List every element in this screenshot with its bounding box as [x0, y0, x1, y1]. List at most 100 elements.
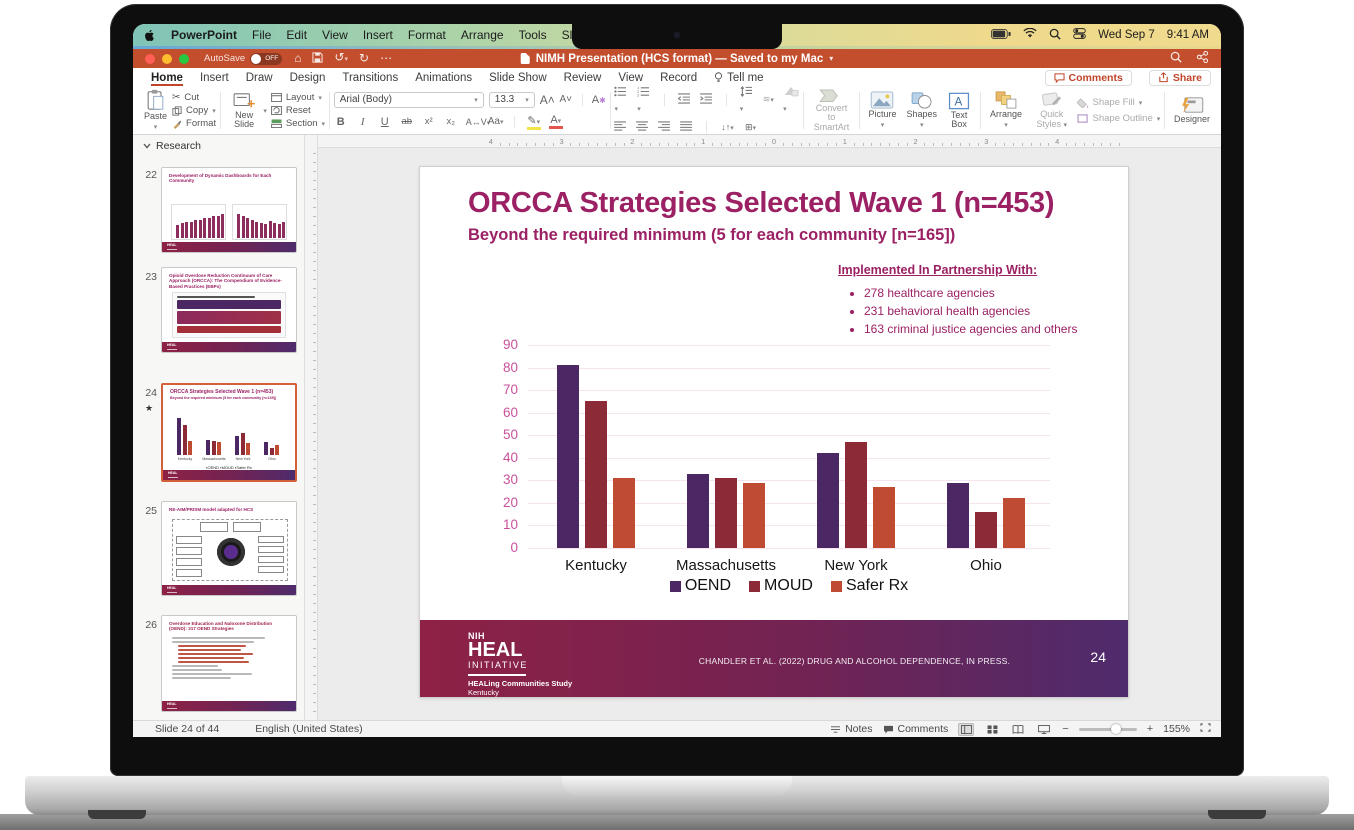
bar-MOUD-Ohio[interactable] [975, 512, 997, 548]
slide-thumbnail-26[interactable]: Overdose Education and Naloxone Distribu… [161, 615, 297, 712]
bar-Safer-Rx-New-York[interactable] [873, 487, 895, 548]
shapes-button[interactable]: Shapes ▾ [902, 89, 943, 132]
arrange-button[interactable]: Arrange ▾ [985, 89, 1027, 132]
slide-subtitle[interactable]: Beyond the required minimum (5 for each … [468, 226, 955, 245]
bullets-icon[interactable]: ▾ [614, 86, 628, 114]
align-right-icon[interactable] [658, 120, 671, 134]
save-icon[interactable] [312, 52, 323, 66]
justify-icon[interactable] [680, 120, 693, 134]
format-painter-button[interactable]: Format [172, 118, 216, 129]
menu-item-format[interactable]: Format [408, 28, 446, 42]
copy-button[interactable]: Copy ▾ [172, 105, 216, 116]
apple-menu-icon[interactable] [143, 28, 156, 43]
align-center-icon[interactable] [636, 120, 649, 134]
spotlight-search-icon[interactable] [1049, 28, 1061, 43]
tab-draw[interactable]: Draw [246, 68, 273, 87]
slide-thumbnail-25[interactable]: RE-AIM/PRISM model adapted for HCS [161, 501, 297, 596]
change-case-icon[interactable]: Aa▾ [488, 116, 502, 127]
search-icon[interactable] [1170, 51, 1182, 66]
columns-icon[interactable]: ≋▾ [762, 94, 774, 105]
bar-OEND-Ohio[interactable] [947, 483, 969, 548]
close-window-button[interactable] [145, 54, 155, 64]
sort-text-icon[interactable]: ↓↑▾ [720, 122, 734, 132]
bold-icon[interactable]: B [334, 116, 348, 128]
zoom-level[interactable]: 155% [1163, 723, 1190, 735]
section-header-research[interactable]: Research [143, 140, 201, 152]
align-text-icon[interactable]: ⊞▾ [743, 122, 757, 133]
menu-app-name[interactable]: PowerPoint [171, 28, 237, 42]
paste-button[interactable]: Paste ▾ [139, 89, 172, 132]
strikethrough-icon[interactable]: ab [400, 116, 414, 127]
layout-button[interactable]: Layout ▾ [271, 92, 325, 103]
decrease-font-icon[interactable]: A˅ [559, 94, 573, 105]
menu-item-insert[interactable]: Insert [363, 28, 393, 42]
tab-insert[interactable]: Insert [200, 68, 229, 87]
share-button[interactable]: Share [1149, 70, 1211, 86]
more-toolbar-button[interactable]: ⋯ [380, 49, 392, 68]
bar-OEND-Massachusetts[interactable] [687, 474, 709, 548]
subscript-icon[interactable]: x₂ [444, 116, 458, 127]
new-slide-button[interactable]: New Slide [225, 89, 264, 132]
italic-icon[interactable]: I [356, 116, 370, 128]
zoom-window-button[interactable] [179, 54, 189, 64]
normal-view-button[interactable] [958, 723, 974, 736]
zoom-slider[interactable] [1079, 728, 1137, 731]
bar-MOUD-Massachusetts[interactable] [715, 478, 737, 548]
menu-item-tools[interactable]: Tools [519, 28, 547, 42]
share-doc-icon[interactable] [1196, 51, 1209, 66]
menubar-time[interactable]: 9:41 AM [1167, 29, 1209, 41]
bar-Safer-Rx-Ohio[interactable] [1003, 498, 1025, 548]
tab-animations[interactable]: Animations [415, 68, 472, 87]
picture-button[interactable]: Picture ▾ [863, 89, 901, 132]
home-icon[interactable]: ⌂ [294, 49, 301, 68]
notes-button[interactable]: Notes [830, 723, 872, 735]
designer-button[interactable]: Designer [1169, 89, 1215, 132]
bar-OEND-Kentucky[interactable] [557, 365, 579, 548]
decrease-indent-icon[interactable] [678, 93, 691, 107]
slide-title[interactable]: ORCCA Strategies Selected Wave 1 (n=453) [468, 187, 1128, 220]
zoom-in-icon[interactable]: + [1147, 723, 1153, 735]
bar-OEND-New-York[interactable] [817, 453, 839, 548]
menu-item-view[interactable]: View [322, 28, 348, 42]
minimize-window-button[interactable] [162, 54, 172, 64]
zoom-slider-thumb[interactable] [1111, 724, 1121, 734]
redo-button[interactable]: ↻ [359, 49, 369, 68]
superscript-icon[interactable]: x² [422, 116, 436, 127]
slide-sorter-view-button[interactable] [984, 723, 1000, 736]
font-color-icon[interactable]: A▾ [549, 114, 563, 129]
bar-Safer-Rx-Kentucky[interactable] [613, 478, 635, 548]
slide-canvas[interactable]: ORCCA Strategies Selected Wave 1 (n=453)… [420, 167, 1128, 697]
language-selector[interactable]: English (United States) [255, 723, 362, 735]
increase-indent-icon[interactable] [700, 93, 713, 107]
comments-button[interactable]: Comments [1045, 70, 1132, 86]
partnership-textbox[interactable]: Implemented In Partnership With: 278 hea… [838, 263, 1098, 338]
menu-item-arrange[interactable]: Arrange [461, 28, 504, 42]
tab-slide-show[interactable]: Slide Show [489, 68, 547, 87]
slide-thumbnail-23[interactable]: Opioid Overdose Reduction Continuum of C… [161, 267, 297, 353]
tab-transitions[interactable]: Transitions [342, 68, 398, 87]
wifi-icon[interactable] [1023, 28, 1037, 42]
numbering-icon[interactable]: 123▾ [637, 86, 651, 114]
document-title[interactable]: NIMH Presentation (HCS format) — Saved t… [521, 53, 834, 65]
slideshow-view-button[interactable] [1036, 723, 1052, 736]
bar-MOUD-Kentucky[interactable] [585, 401, 607, 548]
increase-font-icon[interactable]: A˄ [540, 93, 554, 107]
underline-icon[interactable]: U [378, 116, 392, 128]
reading-view-button[interactable] [1010, 723, 1026, 736]
status-comments-button[interactable]: Comments [883, 723, 949, 735]
bar-MOUD-New-York[interactable] [845, 442, 867, 548]
section-button[interactable]: Section ▾ [271, 118, 325, 129]
control-center-icon[interactable] [1073, 28, 1086, 42]
text-box-button[interactable]: A Text Box [942, 89, 976, 132]
undo-button[interactable]: ↺▾ [334, 48, 348, 69]
menu-item-edit[interactable]: Edit [286, 28, 307, 42]
clear-formatting-icon[interactable]: A✱ [592, 94, 606, 106]
tab-design[interactable]: Design [290, 68, 326, 87]
cut-button[interactable]: ✂Cut [172, 92, 216, 103]
character-spacing-icon[interactable]: A↔V▾ [466, 117, 480, 127]
zoom-out-icon[interactable]: − [1062, 723, 1068, 735]
reset-button[interactable]: Reset [271, 105, 325, 116]
tab-home[interactable]: Home [151, 68, 183, 87]
align-left-icon[interactable] [614, 120, 627, 134]
slide-thumbnail-24-selected[interactable]: ORCCA Strategies Selected Wave 1 (n=453)… [161, 383, 297, 482]
